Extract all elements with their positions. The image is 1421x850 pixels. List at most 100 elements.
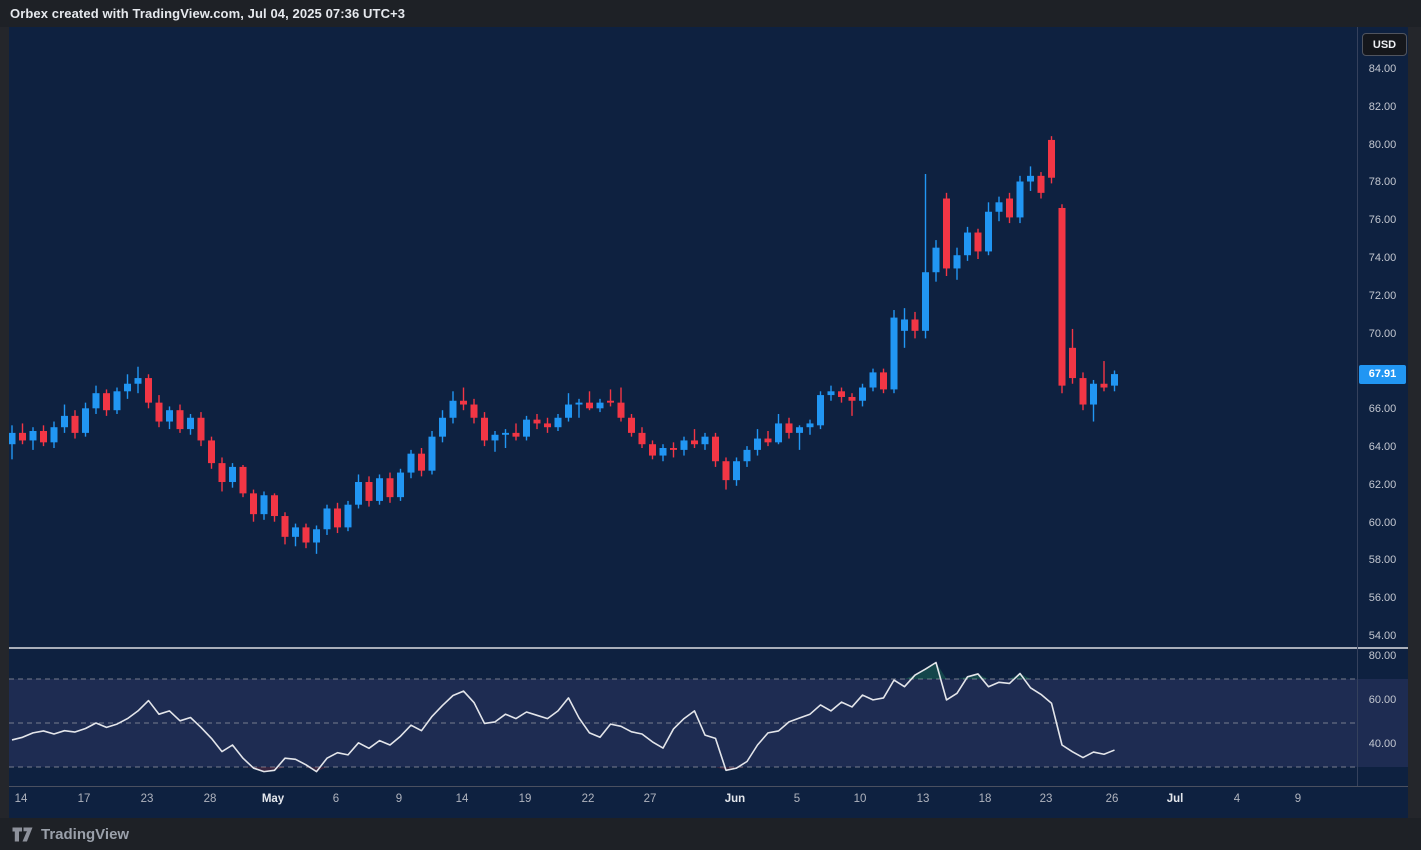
currency-toggle-button[interactable]: USD xyxy=(1362,33,1407,56)
price-tick-label: 78.00 xyxy=(1357,176,1408,188)
candle-body xyxy=(943,199,950,269)
candle-body xyxy=(702,437,709,445)
currency-label: USD xyxy=(1373,39,1396,51)
candle-body xyxy=(597,403,604,409)
candle-body xyxy=(513,433,520,437)
price-tick-label: 62.00 xyxy=(1357,479,1408,491)
tradingview-brand-text[interactable]: TradingView xyxy=(41,826,129,843)
candle-body xyxy=(649,444,656,455)
candle-body xyxy=(376,478,383,501)
candle-body xyxy=(891,318,898,390)
time-tick-label: 13 xyxy=(901,793,945,805)
price-tick-label: 70.00 xyxy=(1357,328,1408,340)
time-axis[interactable]: 14172328May6914192227Jun51013182326Jul49 xyxy=(9,786,1357,818)
time-tick-label: 5 xyxy=(775,793,819,805)
candle-body xyxy=(177,410,184,429)
candle-body xyxy=(1027,176,1034,182)
candle-body xyxy=(282,516,289,537)
candle-body xyxy=(1038,176,1045,193)
candle-body xyxy=(1080,378,1087,404)
rsi-tick-label: 80.00 xyxy=(1357,650,1408,662)
time-tick-label: 28 xyxy=(188,793,232,805)
candle-body xyxy=(145,378,152,403)
tradingview-logo-icon[interactable] xyxy=(12,827,33,842)
chart-canvas[interactable] xyxy=(0,0,1421,850)
time-tick-label: May xyxy=(251,793,295,805)
candle-body xyxy=(880,372,887,389)
candle-body xyxy=(901,319,908,330)
candle-body xyxy=(870,372,877,387)
pane-separator[interactable] xyxy=(9,645,1357,652)
price-tick-label: 82.00 xyxy=(1357,101,1408,113)
candle-body xyxy=(975,233,982,252)
candle-body xyxy=(82,408,89,433)
candle-body xyxy=(1059,208,1066,386)
candle-body xyxy=(849,397,856,401)
time-tick-label: 4 xyxy=(1215,793,1259,805)
candle-body xyxy=(607,401,614,403)
price-tick-label: 76.00 xyxy=(1357,214,1408,226)
candle-body xyxy=(19,433,26,441)
candle-body xyxy=(198,418,205,441)
price-tick-label: 66.00 xyxy=(1357,403,1408,415)
candle-body xyxy=(744,450,751,461)
time-tick-label: 26 xyxy=(1090,793,1134,805)
time-tick-label: 9 xyxy=(377,793,421,805)
candle-body xyxy=(838,391,845,397)
right-edge-panel xyxy=(1408,27,1421,818)
candle-body xyxy=(639,433,646,444)
candle-body xyxy=(964,233,971,256)
candle-body xyxy=(72,416,79,433)
candle-body xyxy=(1101,384,1108,388)
candle-body xyxy=(334,508,341,527)
candle-body xyxy=(387,478,394,497)
price-tick-label: 56.00 xyxy=(1357,592,1408,604)
candle-body xyxy=(586,403,593,409)
candle-body xyxy=(681,440,688,449)
candle-body xyxy=(114,391,121,410)
candle-body xyxy=(313,529,320,542)
time-tick-label: 22 xyxy=(566,793,610,805)
candle-body xyxy=(660,448,667,456)
price-axis[interactable]: 84.00 82.00 80.00 78.00 76.00 74.00 72.00 70.00… xyxy=(1357,27,1408,786)
candle-body xyxy=(1017,182,1024,218)
price-tick-label: 80.00 xyxy=(1357,139,1408,151)
time-tick-label: Jun xyxy=(713,793,757,805)
candle-body xyxy=(796,427,803,433)
candle-body xyxy=(544,423,551,427)
time-tick-label: 9 xyxy=(1276,793,1320,805)
last-price-value: 67.91 xyxy=(1369,368,1397,380)
price-tick-label: 84.00 xyxy=(1357,63,1408,75)
candle-body xyxy=(691,440,698,444)
candle-body xyxy=(93,393,100,408)
candle-body xyxy=(429,437,436,471)
candle-body xyxy=(292,527,299,536)
candle-body xyxy=(922,272,929,331)
candle-body xyxy=(996,202,1003,211)
candle-body xyxy=(61,416,68,427)
candle-body xyxy=(1048,140,1055,178)
time-tick-label: 23 xyxy=(1024,793,1068,805)
candle-body xyxy=(733,461,740,480)
candle-body xyxy=(135,378,142,384)
rsi-tick-label: 40.00 xyxy=(1357,738,1408,750)
candle-body xyxy=(324,508,331,529)
price-tick-label: 74.00 xyxy=(1357,252,1408,264)
chart-title: Orbex created with TradingView.com, Jul … xyxy=(10,6,405,21)
candle-body xyxy=(124,384,131,392)
candle-body xyxy=(555,418,562,427)
candle-body xyxy=(439,418,446,437)
title-bar: Orbex created with TradingView.com, Jul … xyxy=(0,0,1421,27)
candle-body xyxy=(628,418,635,433)
candle-body xyxy=(912,319,919,330)
candle-body xyxy=(670,448,677,450)
time-tick-label: 10 xyxy=(838,793,882,805)
candle-body xyxy=(954,255,961,268)
price-tick-label: 72.00 xyxy=(1357,290,1408,302)
candle-body xyxy=(576,403,583,405)
candle-body xyxy=(166,410,173,421)
time-tick-label: 17 xyxy=(62,793,106,805)
candle-body xyxy=(408,454,415,473)
candle-body xyxy=(261,495,268,514)
price-tick-label: 60.00 xyxy=(1357,517,1408,529)
